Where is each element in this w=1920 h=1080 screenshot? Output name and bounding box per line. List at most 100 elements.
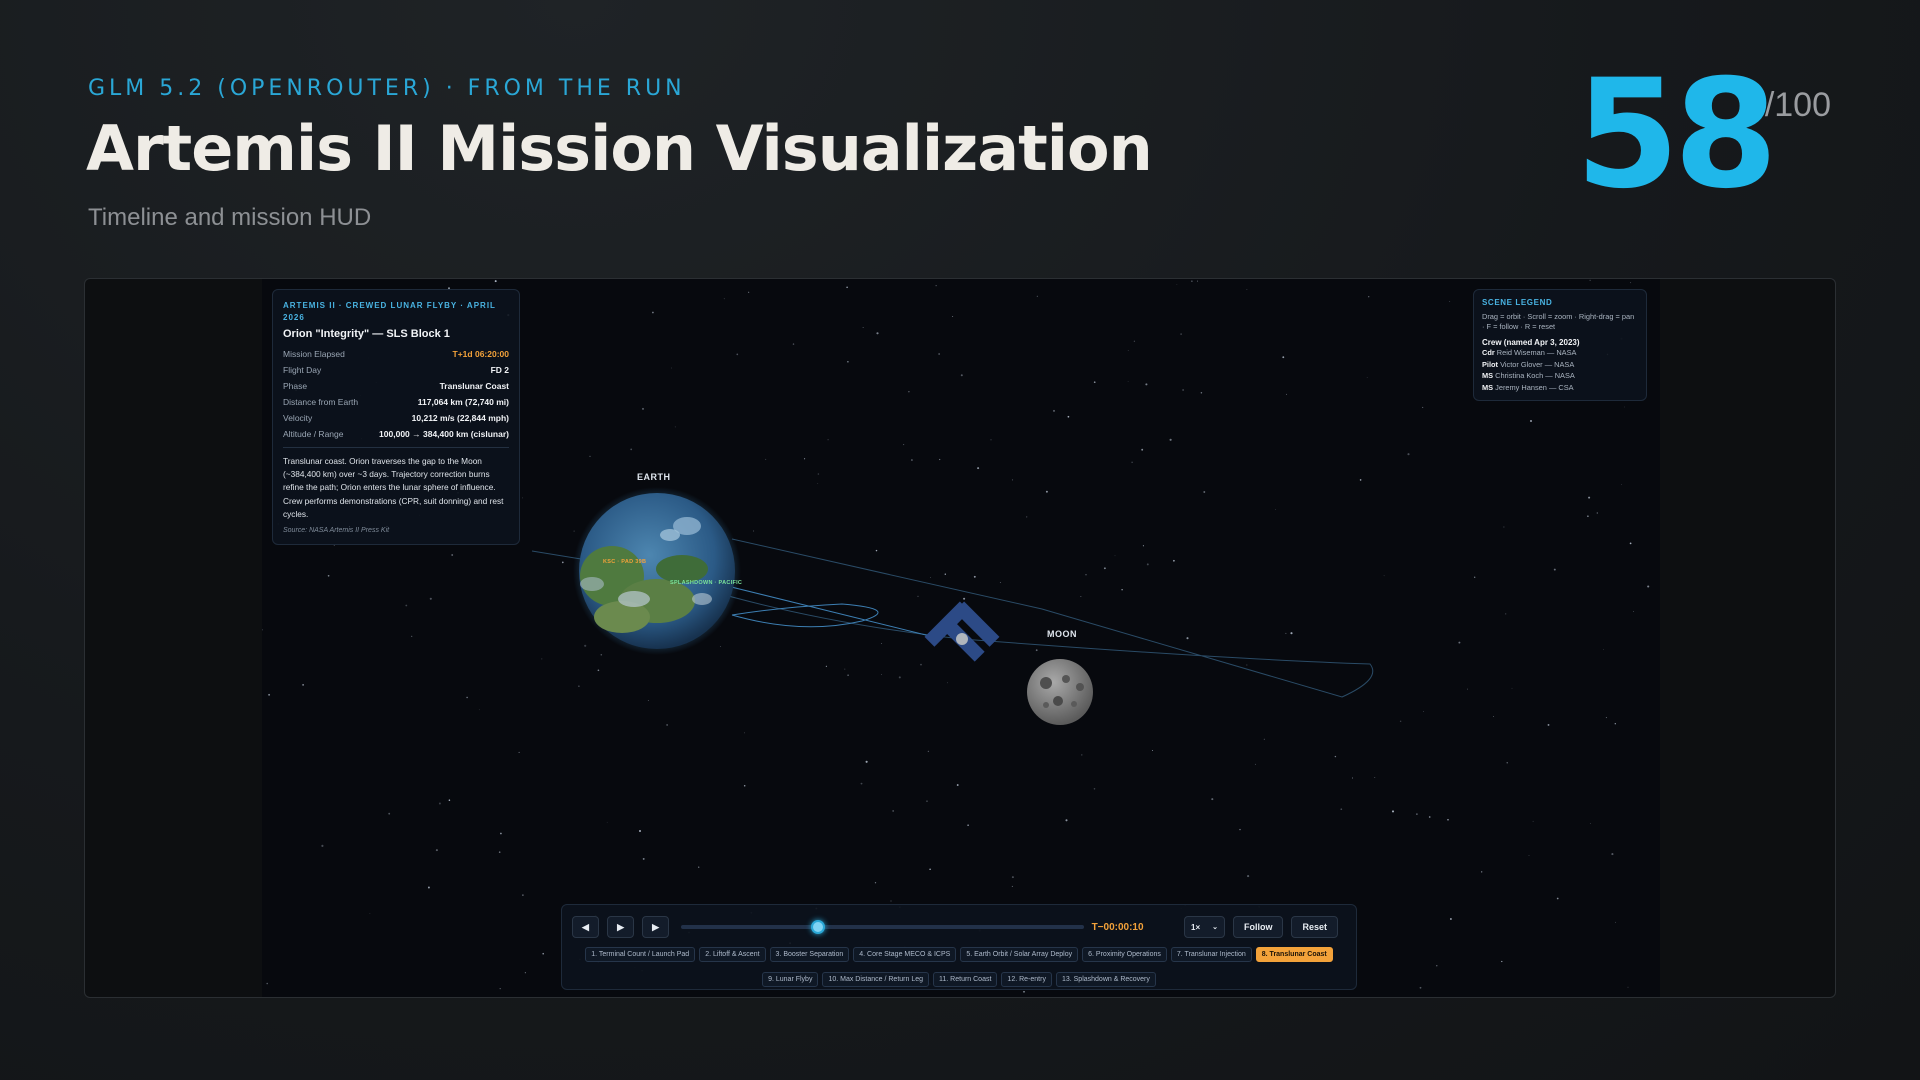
- moon[interactable]: [1027, 659, 1093, 725]
- star: [1182, 389, 1184, 391]
- mission-stats: Mission Elapsed T+1d 06:20:00 Flight Day FD…: [283, 346, 509, 442]
- step-back-button[interactable]: ◀: [572, 916, 600, 938]
- phase-chip[interactable]: 12. Re-entry: [1001, 972, 1052, 987]
- star: [1026, 516, 1028, 518]
- star: [1145, 383, 1148, 386]
- star: [1458, 641, 1461, 644]
- star: [910, 459, 913, 461]
- star: [881, 643, 882, 644]
- earth[interactable]: [573, 487, 741, 655]
- star: [1589, 279, 1591, 281]
- star: [1197, 280, 1198, 282]
- star: [973, 575, 976, 578]
- star: [302, 684, 304, 686]
- reset-button[interactable]: Reset: [1291, 916, 1338, 938]
- phase-chip[interactable]: 8. Translunar Coast: [1255, 947, 1333, 962]
- crew-member: Cdr Reid Wiseman — NASA: [1482, 347, 1638, 359]
- phase-chips: 1. Terminal Count / Launch Pad 2. Liftoff…: [572, 947, 1346, 987]
- crew-member: MS Jeremy Hansen — CSA: [1482, 382, 1638, 394]
- stat-row: Distance from Earth 117,064 km (72,740 mi…: [283, 394, 509, 410]
- star: [999, 582, 1001, 583]
- star: [1263, 738, 1265, 740]
- star: [1080, 596, 1082, 597]
- phase-chip[interactable]: 11. Return Coast: [933, 972, 998, 987]
- star: [1085, 574, 1087, 576]
- star: [1359, 479, 1362, 481]
- step-back-icon: ◀: [582, 921, 589, 932]
- mission-hud-panel: ARTEMIS II · CREWED LUNAR FLYBY · APRIL …: [272, 289, 520, 545]
- star: [1211, 798, 1214, 801]
- star: [466, 696, 468, 699]
- star: [561, 561, 564, 564]
- star: [1334, 755, 1337, 758]
- star: [1053, 409, 1055, 412]
- stat-value: T+1d 06:20:00: [452, 349, 509, 359]
- star: [268, 693, 271, 696]
- star: [1067, 415, 1070, 418]
- phase-chip[interactable]: 4. Core Stage MECO & ICPS: [853, 947, 957, 962]
- star: [429, 597, 432, 600]
- star: [1588, 496, 1591, 499]
- star: [1466, 688, 1469, 690]
- stat-value: 117,064 km (72,740 mi): [417, 397, 509, 407]
- star: [578, 685, 580, 687]
- star: [498, 851, 501, 853]
- phase-chip[interactable]: 10. Max Distance / Return Leg: [822, 972, 930, 987]
- star: [990, 439, 992, 441]
- star: [1647, 585, 1650, 588]
- orion-spacecraft[interactable]: [924, 601, 1000, 662]
- crew-name: Reid Wiseman — NASA: [1494, 348, 1577, 357]
- star: [1374, 777, 1376, 778]
- follow-button[interactable]: Follow: [1232, 916, 1284, 938]
- star: [1436, 965, 1438, 967]
- star: [865, 760, 868, 763]
- mission-divider: [283, 447, 509, 448]
- run-eyebrow: GLM 5.2 (OPENROUTER) · FROM THE RUN: [88, 76, 686, 101]
- phase-chip[interactable]: 2. Liftoff & Ascent: [699, 947, 766, 962]
- phase-chip[interactable]: 7. Translunar Injection: [1170, 947, 1252, 962]
- crew-list: Cdr Reid Wiseman — NASA Pilot Victor Glov…: [1482, 347, 1638, 393]
- star: [1011, 479, 1014, 481]
- star: [674, 426, 676, 428]
- speed-select[interactable]: 1× ⌄: [1184, 916, 1225, 938]
- phase-chip[interactable]: 5. Earth Orbit / Solar Array Deploy: [960, 947, 1079, 962]
- star: [1624, 406, 1625, 408]
- crew-role: MS: [1482, 371, 1494, 380]
- star: [1447, 818, 1449, 821]
- phase-chip[interactable]: 6. Proximity Operations: [1082, 947, 1167, 962]
- star: [1589, 823, 1591, 824]
- phase-chip[interactable]: 3. Booster Separation: [769, 947, 850, 962]
- star: [1449, 301, 1451, 302]
- scrubber-handle[interactable]: [810, 920, 825, 934]
- stat-label: Velocity: [283, 413, 313, 423]
- mission-clock: T−00:00:10: [1091, 921, 1144, 933]
- scene-viewport[interactable]: EARTH MOON KSC · PAD 39B SPLASHDOWN · PA…: [262, 279, 1660, 997]
- crew-name: Christina Koch — NASA: [1493, 371, 1575, 380]
- star: [1340, 808, 1343, 811]
- star: [651, 311, 654, 314]
- star: [647, 700, 649, 701]
- star: [743, 784, 746, 787]
- phase-chip[interactable]: 9. Lunar Flyby: [762, 972, 819, 987]
- play-button[interactable]: ▶: [607, 916, 635, 938]
- mission-kicker: ARTEMIS II · CREWED LUNAR FLYBY · APRIL …: [283, 301, 496, 322]
- star: [1200, 391, 1203, 394]
- star: [1627, 986, 1629, 988]
- star: [1141, 448, 1144, 451]
- moon-label: MOON: [1047, 629, 1077, 639]
- star: [1528, 855, 1530, 856]
- timeline-scrubber[interactable]: [681, 920, 1084, 934]
- star: [898, 676, 901, 679]
- step-forward-button[interactable]: ▶: [642, 916, 670, 938]
- phase-chip[interactable]: 1. Terminal Count / Launch Pad: [585, 947, 696, 962]
- star: [977, 467, 980, 470]
- star: [847, 361, 849, 363]
- star: [1553, 568, 1556, 571]
- star: [1419, 986, 1422, 989]
- star: [1368, 296, 1370, 298]
- phase-chip[interactable]: 13. Splashdown & Recovery: [1055, 972, 1156, 987]
- star: [920, 663, 922, 666]
- speed-value: 1×: [1191, 922, 1201, 932]
- legend-kicker: SCENE LEGEND: [1482, 298, 1553, 307]
- star: [1506, 762, 1508, 764]
